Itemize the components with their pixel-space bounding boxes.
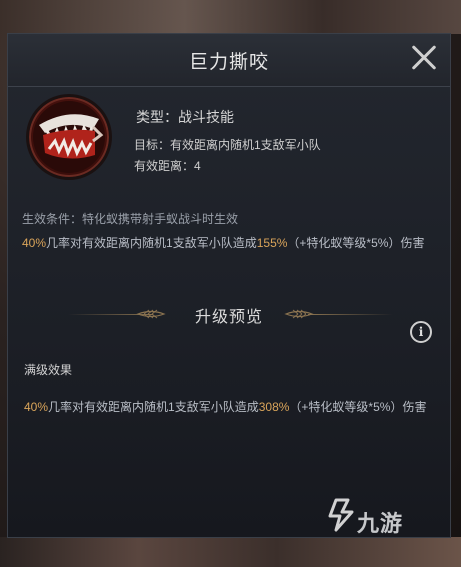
- max-damage-value: 308%: [258, 400, 290, 414]
- effect-description: 40%几率对有效距离内随机1支敌军小队造成155%（+特化蚁等级*5%）伤害: [22, 235, 442, 252]
- max-chance: 40%: [24, 400, 49, 414]
- skill-range: 有效距离：4: [134, 159, 201, 173]
- jaws-bite-icon-graphic: [33, 101, 105, 173]
- skill-detail-dialog: 巨力撕咬 类型：战斗技能 目标：有效距离内随机1支敌军小队 有效距离：4 生效条…: [7, 33, 451, 538]
- effect-condition: 生效条件：特化蚁携带射手蚁战斗时生效: [22, 212, 239, 226]
- max-level-label: 满级效果: [24, 363, 73, 377]
- effect-text-1: 几率对有效距离内随机1支敌军小队造成: [46, 236, 257, 250]
- upgrade-preview-title: 升级预览: [194, 309, 263, 326]
- jaws-bite-icon: [26, 94, 112, 180]
- close-icon[interactable]: [410, 44, 438, 72]
- info-icon[interactable]: i: [410, 321, 432, 343]
- effect-chance: 40%: [22, 236, 47, 250]
- max-text-1: 几率对有效距离内随机1支敌军小队造成: [48, 400, 259, 414]
- divider-line-right: [308, 314, 393, 315]
- effect-text-2: （+特化蚁等级*5%）: [287, 236, 401, 250]
- effect-damage-value: 155%: [256, 236, 288, 250]
- dialog-title: 巨力撕咬: [188, 52, 269, 73]
- upgrade-divider: 升级预览: [8, 300, 450, 330]
- background-top: [0, 0, 461, 34]
- watermark-text: 九游: [357, 511, 404, 536]
- skill-type: 类型：战斗技能: [136, 109, 234, 125]
- max-text-3: 伤害: [402, 400, 427, 414]
- dialog-title-bar: 巨力撕咬: [8, 34, 450, 87]
- skill-target: 目标：有效距离内随机1支敌军小队: [134, 138, 321, 152]
- max-level-description: 40%几率对有效距离内随机1支敌军小队造成308%（+特化蚁等级*5%）伤害: [24, 399, 434, 416]
- effect-text-3: 伤害: [400, 236, 425, 250]
- max-text-2: （+特化蚁等级*5%）: [289, 400, 403, 414]
- background-bottom: [0, 537, 461, 567]
